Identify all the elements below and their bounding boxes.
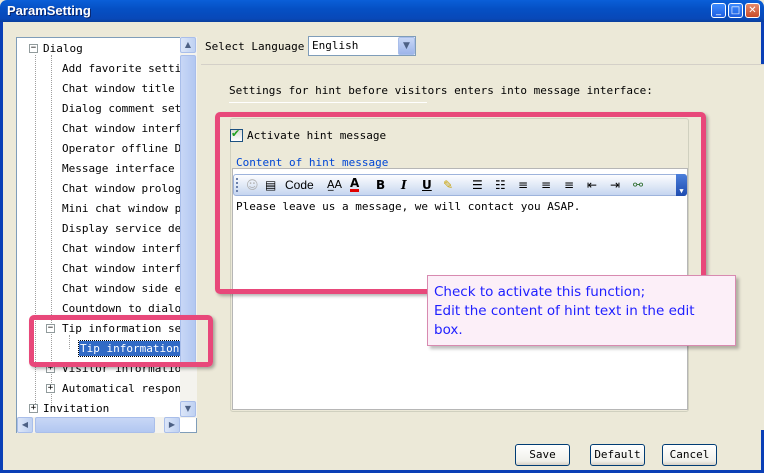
tree-item-label: Chat window interfac bbox=[62, 242, 195, 255]
window-title: ParamSetting bbox=[7, 3, 91, 18]
save-button[interactable]: Save bbox=[515, 444, 570, 466]
scroll-up-icon[interactable]: ▲ bbox=[180, 37, 196, 53]
tree-item-operator-offline[interactable]: Operator offline Dis bbox=[61, 141, 195, 157]
scroll-left-icon[interactable]: ◀ bbox=[17, 417, 33, 433]
highlight-rect-tree bbox=[29, 315, 213, 367]
tree-item-chat-window-prologue[interactable]: Chat window prologue bbox=[61, 181, 195, 197]
tree-item-label: Add favorite setting bbox=[62, 62, 195, 75]
tree-item-dialog[interactable]: − Dialog bbox=[29, 41, 84, 57]
help-callout: Check to activate this function; Edit th… bbox=[427, 275, 736, 346]
callout-line-3: box. bbox=[434, 322, 463, 338]
tree-item-label: Dialog bbox=[43, 42, 83, 55]
minimize-button[interactable]: _ bbox=[711, 3, 726, 18]
tree-item-chat-window-interface-2[interactable]: Chat window interfac bbox=[61, 241, 195, 257]
collapse-icon[interactable]: − bbox=[29, 44, 38, 53]
expand-icon[interactable]: + bbox=[29, 404, 38, 413]
tree-item-label: Invitation bbox=[43, 402, 110, 415]
tree-item-label: Chat window title se bbox=[62, 82, 195, 95]
tree-item-chat-window-title[interactable]: Chat window title se bbox=[61, 81, 195, 97]
default-button[interactable]: Default bbox=[590, 444, 645, 466]
tree-item-label: Chat window interfac bbox=[62, 262, 195, 275]
tree-item-label: Chat window prologue bbox=[62, 182, 195, 195]
tree-item-label: Display service depa bbox=[62, 222, 195, 235]
language-label: Select Language bbox=[205, 40, 305, 53]
tree-item-label: Automatical response bbox=[62, 382, 195, 395]
language-select[interactable]: English ▼ bbox=[308, 36, 416, 56]
scroll-thumb[interactable] bbox=[35, 417, 155, 433]
tree-item-chat-window-side-edge[interactable]: Chat window side edg bbox=[61, 281, 195, 297]
tree-horizontal-scrollbar[interactable]: ◀ ▶ bbox=[17, 417, 180, 433]
language-selected: English bbox=[312, 39, 359, 52]
callout-line-2: Edit the content of hint text in the edi… bbox=[434, 303, 695, 319]
divider bbox=[229, 102, 427, 103]
highlight-rect-editor bbox=[215, 112, 706, 294]
maximize-button[interactable]: □ bbox=[728, 3, 743, 18]
tree-item-message-interface[interactable]: Message interface se bbox=[61, 161, 195, 177]
tree-item-display-service[interactable]: Display service depa bbox=[61, 221, 195, 237]
tree-item-chat-window-interface[interactable]: Chat window interfac bbox=[61, 121, 195, 137]
tree-item-mini-chat-window[interactable]: Mini chat window pro bbox=[61, 201, 195, 217]
cancel-button[interactable]: Cancel bbox=[662, 444, 717, 466]
tree-item-label: Countdown to dialog bbox=[62, 302, 188, 315]
scroll-down-icon[interactable]: ▼ bbox=[180, 401, 196, 417]
tree-item-label: Operator offline Dis bbox=[62, 142, 195, 155]
title-bar: ParamSetting _ □ ✕ bbox=[0, 0, 764, 22]
tree-item-chat-window-interface-3[interactable]: Chat window interfac bbox=[61, 261, 195, 277]
tree-item-label: Message interface se bbox=[62, 162, 195, 175]
settings-description: Settings for hint before visitors enters… bbox=[229, 84, 653, 97]
tree-item-label: Dialog comment setti bbox=[62, 102, 195, 115]
chevron-down-icon[interactable]: ▼ bbox=[398, 37, 415, 55]
tree-item-label: Mini chat window pro bbox=[62, 202, 195, 215]
tree-item-automatical-response[interactable]: + Automatical response bbox=[46, 381, 195, 397]
tree-item-invitation[interactable]: + Invitation bbox=[29, 401, 110, 417]
tree-item-dialog-comment[interactable]: Dialog comment setti bbox=[61, 101, 195, 117]
callout-line-1: Check to activate this function; bbox=[434, 284, 646, 300]
close-button[interactable]: ✕ bbox=[745, 3, 760, 18]
tree-item-add-favorite[interactable]: Add favorite setting bbox=[61, 61, 195, 77]
tree-item-label: Chat window side edg bbox=[62, 282, 195, 295]
expand-icon[interactable]: + bbox=[46, 384, 55, 393]
tree-item-label: Chat window interfac bbox=[62, 122, 195, 135]
scroll-right-icon[interactable]: ▶ bbox=[164, 417, 180, 433]
